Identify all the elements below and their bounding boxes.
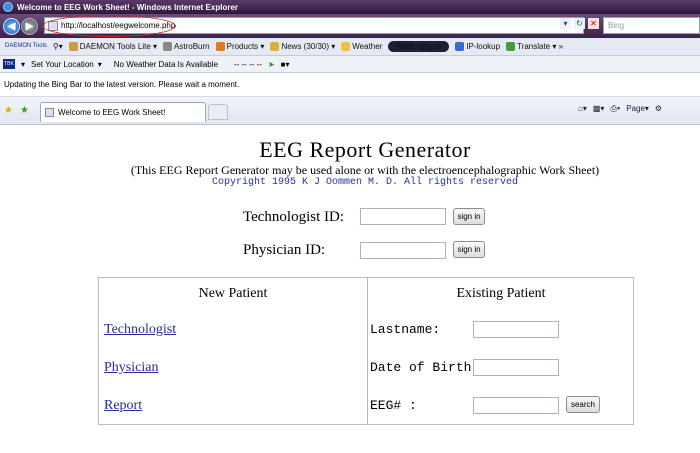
feeds-icon[interactable]: ▩▾ (593, 104, 605, 114)
toolbar-item-ip-lookup[interactable]: IP-lookup (455, 42, 500, 51)
toolbar-item-translate[interactable]: Translate ▾ » (506, 42, 563, 51)
wind-icon: ➤ (267, 59, 275, 69)
eeg-number-input[interactable] (473, 397, 559, 414)
technologist-id-input[interactable] (360, 208, 446, 225)
new-patient-heading: New Patient (198, 286, 268, 301)
date-of-birth-input[interactable] (473, 359, 559, 376)
back-button[interactable]: ◀ (3, 17, 20, 35)
news-icon (270, 42, 280, 51)
eeg-number-label: EEG# : (370, 398, 417, 413)
tools-icon[interactable]: ⚙ (655, 104, 662, 114)
page-subtitle: (This EEG Report Generator may be used a… (130, 163, 600, 177)
location-icon: ▾ (21, 59, 26, 69)
toolbar-item-news[interactable]: News (30/30) ▾ (270, 42, 335, 51)
set-location-button[interactable]: Set Your Location (31, 60, 94, 69)
existing-patient-heading: Existing Patient (456, 286, 546, 301)
window-title: Welcome to EEG Work Sheet! - Windows Int… (17, 2, 238, 12)
products-icon (215, 42, 225, 51)
tab-welcome[interactable]: Welcome to EEG Work Sheet! (40, 102, 206, 122)
report-link[interactable]: Report (104, 398, 142, 414)
info-bar: Updating the Bing Bar to the latest vers… (0, 73, 700, 97)
new-tab-button[interactable] (208, 104, 228, 120)
stop-icon[interactable]: ✕ (588, 18, 599, 29)
add-favorites-icon[interactable]: ★ (20, 105, 29, 116)
lastname-input[interactable] (473, 321, 559, 338)
tab-title: Welcome to EEG Work Sheet! (58, 108, 166, 117)
page-icon (45, 108, 54, 117)
search-input[interactable]: Bing (603, 17, 700, 34)
print-icon[interactable]: ⎙▾ (610, 104, 620, 114)
refresh-icon[interactable]: ↻ (574, 18, 585, 29)
translate-icon (506, 42, 516, 51)
dropdown-arrow-icon[interactable]: ▾ (560, 18, 571, 29)
dropdown-arrow-icon[interactable]: ▾ (98, 60, 102, 69)
toolbar-item-daemon-tools-lite[interactable]: DAEMON Tools Lite ▾ (68, 42, 157, 51)
camera-icon: ■▾ (280, 59, 290, 69)
toolbar-logo-icon: TBK (3, 59, 15, 69)
astroburn-icon (163, 42, 173, 51)
daemon-toolbar: DAEMON Tools ⚲▾ DAEMON Tools Lite ▾ Astr… (0, 38, 700, 56)
weather-extras: -- -- -- -- (233, 59, 262, 69)
page-menu[interactable]: Page▾ (626, 104, 649, 114)
physician-id-label: Physician ID: (243, 242, 326, 258)
window-titlebar: Welcome to EEG Work Sheet! - Windows Int… (0, 0, 700, 14)
weather-toolbar: TBK ▾ Set Your Location ▾ No Weather Dat… (0, 56, 700, 73)
patient-table: New Patient Existing Patient Technologis… (98, 277, 634, 425)
technologist-sign-in-button[interactable]: sign in (453, 208, 485, 225)
daemon-icon (68, 42, 78, 51)
ip-lookup-icon (455, 42, 465, 51)
technologist-link[interactable]: Technologist (104, 322, 176, 338)
weather-status: No Weather Data Is Available (113, 59, 218, 69)
command-bar: ⌂▾ ▩▾ ⎙▾ Page▾ ⚙ (578, 104, 662, 114)
url-highlight-circle (42, 15, 176, 37)
copyright-text: Copyright 1995 K J Oommen M. D. All righ… (211, 177, 519, 188)
lastname-label: Lastname: (370, 322, 441, 337)
page-content: EEG Report Generator (This EEG Report Ge… (0, 125, 700, 453)
favorites-star-icon[interactable]: ★ (4, 105, 13, 116)
physician-link[interactable]: Physician (104, 360, 158, 376)
date-of-birth-label: Date of Birth: (370, 360, 480, 375)
weather-icon (341, 42, 351, 51)
address-row: ◀ ▶ http://localhost/eegwelcome.php ▾ ↻ … (0, 14, 700, 38)
tab-row: ★ ★ Welcome to EEG Work Sheet! ⌂▾ ▩▾ ⎙▾ … (0, 97, 700, 125)
page-title: EEG Report Generator (259, 137, 471, 162)
radio-player[interactable]: Radio player (388, 41, 450, 52)
forward-button[interactable]: ▶ (21, 17, 38, 35)
daemon-logo: DAEMON Tools (5, 43, 47, 49)
home-icon[interactable]: ⌂▾ (578, 104, 587, 114)
toolbar-item-astroburn[interactable]: AstroBurn (163, 42, 210, 51)
internet-explorer-icon (3, 2, 13, 12)
physician-sign-in-button[interactable]: sign in (453, 241, 485, 258)
physician-id-input[interactable] (360, 242, 446, 259)
toolbar-item-products[interactable]: Products ▾ (215, 42, 264, 51)
address-actions: ▾ ↻ ✕ (560, 18, 599, 29)
technologist-id-label: Technologist ID: (243, 209, 345, 225)
search-icon[interactable]: ⚲▾ (53, 42, 63, 51)
search-button[interactable]: search (566, 396, 600, 413)
toolbar-item-weather[interactable]: Weather (341, 42, 382, 51)
